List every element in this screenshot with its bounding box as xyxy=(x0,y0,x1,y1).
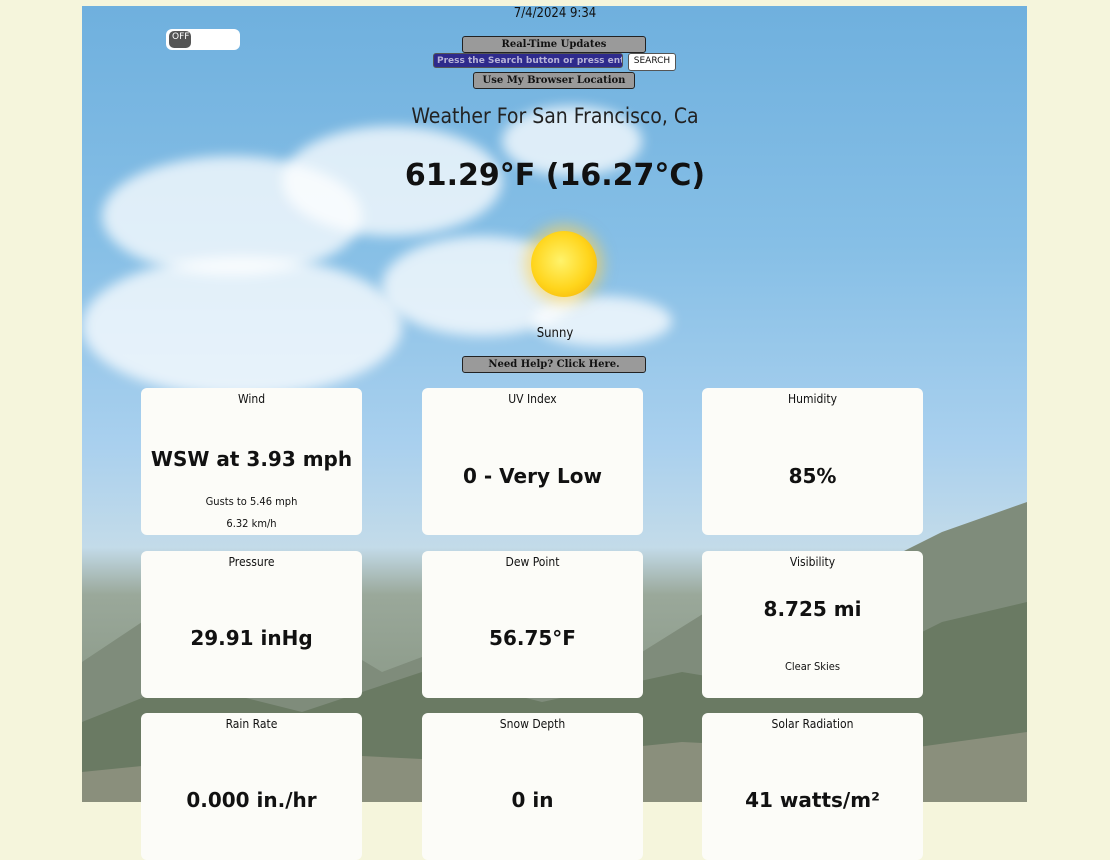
card-label: Visibility xyxy=(789,555,836,569)
sun-icon xyxy=(531,231,597,297)
page-title: Weather For San Francisco, Ca xyxy=(411,104,699,128)
card-value: 0 in xyxy=(511,788,554,812)
card-value: 0 - Very Low xyxy=(463,464,602,488)
condition-label: Sunny xyxy=(536,326,574,341)
card-value: 85% xyxy=(788,464,837,488)
card-visibility: Visibility 8.725 mi Clear Skies xyxy=(702,551,923,698)
card-value: 56.75°F xyxy=(489,626,576,650)
card-value: 0.000 in./hr xyxy=(186,788,317,812)
card-label: UV Index xyxy=(508,392,557,406)
help-button[interactable]: Need Help? Click Here. xyxy=(462,356,646,373)
card-dew-point: Dew Point 56.75°F xyxy=(422,551,643,698)
card-label: Rain Rate xyxy=(225,717,278,731)
card-value: 41 watts/m² xyxy=(745,788,880,812)
card-humidity: Humidity 85% xyxy=(702,388,923,535)
card-label: Snow Depth xyxy=(499,717,566,731)
search-input[interactable]: Press the Search button or press ent xyxy=(433,53,623,68)
card-value: 8.725 mi xyxy=(763,597,862,621)
card-snow-depth: Snow Depth 0 in xyxy=(422,713,643,860)
card-label: Humidity xyxy=(788,392,837,406)
card-solar-radiation: Solar Radiation 41 watts/m² xyxy=(702,713,923,860)
card-label: Dew Point xyxy=(505,555,560,569)
card-sub: 6.32 km/h xyxy=(226,517,277,530)
card-wind: Wind WSW at 3.93 mph Gusts to 5.46 mph 6… xyxy=(141,388,362,535)
card-uv-index: UV Index 0 - Very Low xyxy=(422,388,643,535)
card-rain-rate: Rain Rate 0.000 in./hr xyxy=(141,713,362,860)
realtime-toggle[interactable]: OFF xyxy=(166,29,240,50)
use-browser-location-button[interactable]: Use My Browser Location xyxy=(473,72,635,89)
card-value: 29.91 inHg xyxy=(190,626,313,650)
card-pressure: Pressure 29.91 inHg xyxy=(141,551,362,698)
card-value: WSW at 3.93 mph xyxy=(150,447,353,471)
realtime-updates-button[interactable]: Real-Time Updates xyxy=(462,36,646,53)
toggle-knob[interactable]: OFF xyxy=(169,31,191,48)
datetime-label: 7/4/2024 9:34 xyxy=(513,6,597,21)
card-sub: Gusts to 5.46 mph xyxy=(205,495,298,508)
card-label: Wind xyxy=(237,392,266,406)
card-label: Pressure xyxy=(228,555,275,569)
card-label: Solar Radiation xyxy=(771,717,854,731)
temperature-value: 61.29°F (16.27°C) xyxy=(404,158,706,193)
card-sub: Clear Skies xyxy=(784,660,841,673)
search-button[interactable]: SEARCH xyxy=(628,53,676,71)
